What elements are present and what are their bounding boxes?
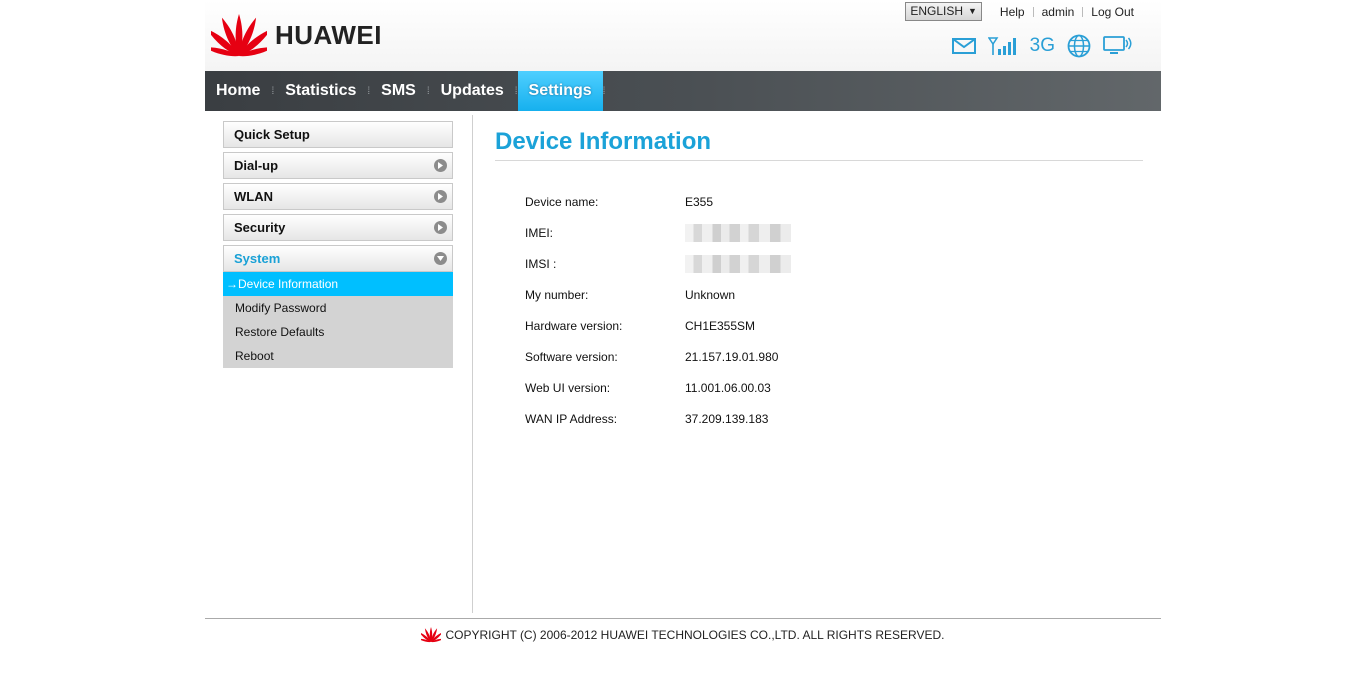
field-label: Hardware version: — [525, 318, 623, 333]
info-row-wan-ip: WAN IP Address: 37.209.139.183 — [525, 403, 791, 434]
info-row-device-name: Device name: E355 — [525, 186, 791, 217]
nav-statistics[interactable]: Statistics — [274, 71, 367, 111]
nav-separator: ⁞ — [602, 85, 606, 97]
language-select[interactable]: ENGLISH ▼ — [905, 2, 982, 21]
content-divider — [472, 115, 473, 613]
field-label: My number: — [525, 287, 589, 302]
sidebar-system[interactable]: System — [223, 245, 453, 272]
page: HUAWEI ENGLISH ▼ Help admin Log Out 3G H… — [205, 0, 1161, 680]
device-info-table: Device name: E355 IMEI: IMSI : My number… — [525, 186, 791, 434]
huawei-petal-logo-icon — [211, 14, 267, 57]
user-name: admin — [1041, 4, 1075, 19]
monitor-connection-icon — [1103, 36, 1132, 54]
redacted-value — [685, 223, 791, 242]
language-value: ENGLISH — [910, 4, 963, 18]
field-value: CH1E355SM — [685, 318, 756, 333]
info-row-web-ui-version: Web UI version: 11.001.06.00.03 — [525, 372, 791, 403]
field-label: Software version: — [525, 349, 618, 364]
page-title: Device Information — [495, 128, 712, 155]
title-divider — [495, 160, 1143, 161]
field-label: IMSI : — [525, 256, 557, 271]
brand-name: HUAWEI — [275, 19, 382, 50]
field-value: E355 — [685, 194, 714, 209]
divider — [1082, 6, 1084, 17]
footer-divider — [205, 618, 1161, 619]
globe-icon — [1067, 34, 1091, 58]
chevron-down-icon — [434, 252, 447, 265]
sidebar-security[interactable]: Security — [223, 214, 453, 241]
sidebar-item-label: Quick Setup — [234, 127, 310, 142]
signal-strength-icon — [987, 37, 1016, 55]
logout-link[interactable]: Log Out — [1089, 5, 1136, 19]
header: HUAWEI ENGLISH ▼ Help admin Log Out 3G — [205, 0, 1161, 71]
field-label: Web UI version: — [525, 380, 611, 395]
chevron-right-icon — [434, 159, 447, 172]
copyright-text: COPYRIGHT (C) 2006-2012 HUAWEI TECHNOLOG… — [445, 627, 945, 642]
sidebar-dial-up[interactable]: Dial-up — [223, 152, 453, 179]
nav-sms[interactable]: SMS — [370, 71, 427, 111]
nav-updates[interactable]: Updates — [430, 71, 515, 111]
field-label: IMEI: — [525, 225, 554, 240]
nav-home[interactable]: Home — [205, 71, 271, 111]
nav-settings[interactable]: Settings — [517, 71, 603, 111]
info-row-software-version: Software version: 21.157.19.01.980 — [525, 341, 791, 372]
sidebar-item-label: Dial-up — [234, 158, 279, 173]
field-value: 37.209.139.183 — [685, 411, 769, 426]
submenu-modify-password[interactable]: Modify Password — [223, 296, 453, 320]
info-row-imei: IMEI: — [525, 217, 791, 248]
info-row-hardware-version: Hardware version: CH1E355SM — [525, 310, 791, 341]
sidebar-item-label: System — [234, 251, 281, 266]
sidebar-wlan[interactable]: WLAN — [223, 183, 453, 210]
submenu-restore-defaults[interactable]: Restore Defaults — [223, 320, 453, 344]
field-value: 11.001.06.00.03 — [685, 380, 771, 395]
divider — [1032, 6, 1034, 17]
info-row-imsi: IMSI : — [525, 248, 791, 279]
sidebar-quick-setup[interactable]: Quick Setup — [223, 121, 453, 148]
sidebar: Quick Setup Dial-up WLAN Security System — [223, 121, 453, 368]
status-icons: 3G — [951, 34, 1133, 58]
chevron-right-icon — [434, 221, 447, 234]
footer: COPYRIGHT (C) 2006-2012 HUAWEI TECHNOLOG… — [205, 626, 1161, 643]
dropdown-arrow-icon: ▼ — [968, 6, 977, 16]
help-link[interactable]: Help — [998, 5, 1027, 19]
mail-icon[interactable] — [951, 38, 976, 54]
brand-logo[interactable]: HUAWEI — [211, 12, 382, 58]
info-row-my-number: My number: Unknown — [525, 279, 791, 310]
sidebar-item-label: WLAN — [234, 189, 273, 204]
field-value: Unknown — [685, 287, 736, 302]
chevron-right-icon — [434, 190, 447, 203]
divider — [988, 7, 992, 17]
field-value: 21.157.19.01.980 — [685, 349, 779, 364]
field-label: WAN IP Address: — [525, 411, 618, 426]
huawei-petal-logo-icon — [421, 627, 442, 643]
sidebar-item-label: Security — [234, 220, 286, 235]
top-links: ENGLISH ▼ Help admin Log Out — [905, 2, 1136, 21]
network-type-label: 3G — [1029, 35, 1055, 56]
submenu-reboot[interactable]: Reboot — [223, 344, 453, 368]
field-label: Device name: — [525, 194, 599, 209]
submenu-device-information[interactable]: →Device Information — [223, 272, 453, 296]
system-submenu: →Device Information Modify Password Rest… — [223, 272, 453, 368]
main-nav: Home ⁞ Statistics ⁞ SMS ⁞ Updates ⁞ Sett… — [205, 71, 1161, 111]
redacted-value — [685, 254, 791, 273]
